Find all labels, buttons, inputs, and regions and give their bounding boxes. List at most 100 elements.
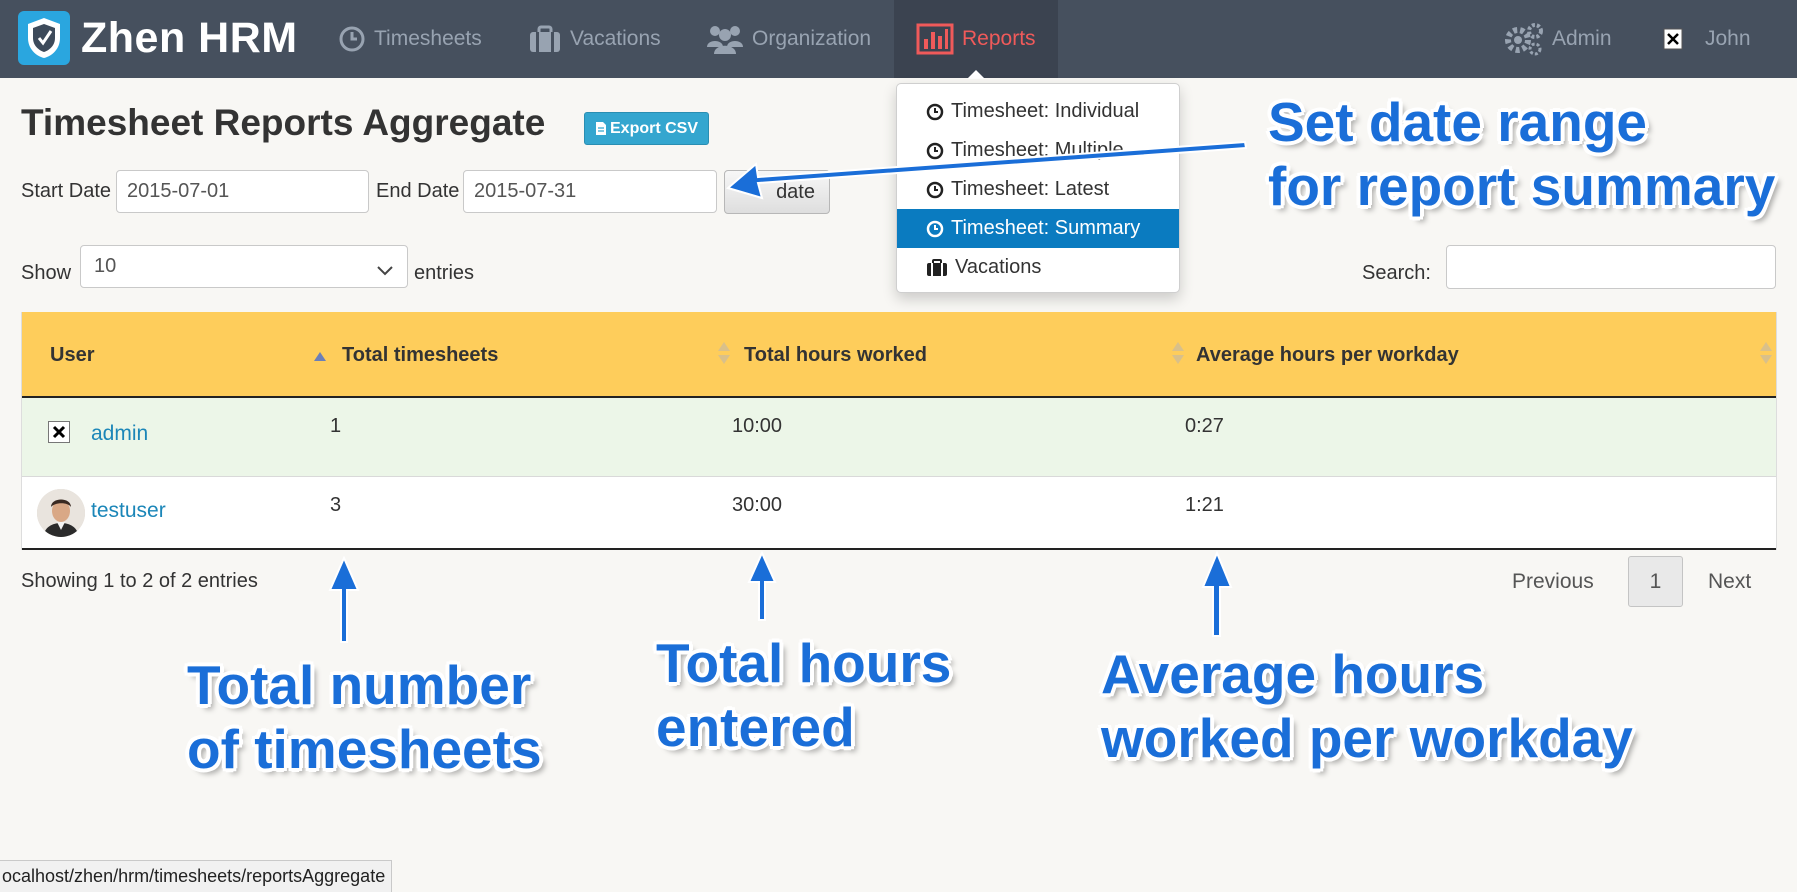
table-info: Showing 1 to 2 of 2 entries [21,570,258,592]
average-hours-cell: 0:27 [1185,415,1224,437]
page-title: Timesheet Reports Aggregate [21,102,546,143]
bar-chart-icon [916,23,954,55]
export-csv-button[interactable]: Export CSV [584,112,710,145]
arrow-to-average-hours [1201,550,1233,637]
clock-icon [926,142,944,160]
chevron-down-icon [377,259,393,282]
total-timesheets-cell: 3 [330,494,342,516]
reports-dropdown-menu: Timesheet: Individual Timesheet: Multipl… [896,83,1180,293]
annotation-date-range: Set date range for report summary [1268,90,1775,219]
clock-icon [926,220,944,238]
start-date-label: Start Date [21,180,112,202]
entries-per-page-select[interactable]: 10 [80,245,408,288]
nav-organization[interactable]: Organization [706,0,871,78]
nav-organization-label: Organization [752,27,872,50]
nav-admin[interactable]: Admin [1504,0,1612,78]
brand[interactable]: Zhen HRM [18,11,298,65]
sort-both-icon [1172,342,1184,370]
end-date-label: End Date [376,180,460,202]
end-date-input[interactable] [463,170,717,213]
annotation-line: Total hours [656,632,952,694]
brand-name: Zhen HRM [81,13,298,62]
clock-icon [926,103,944,121]
briefcase-icon [528,25,562,53]
column-header-label: Total timesheets [342,343,499,366]
broken-image-icon [1663,28,1683,50]
annotation-line: Average hours [1101,643,1485,705]
sort-asc-icon [314,344,326,367]
browser-status-url: ocalhost/zhen/hrm/timesheets/reportsAggr… [0,860,393,892]
nav-reports[interactable]: Reports [894,0,1058,79]
clock-icon [338,25,366,53]
nav-reports-label: Reports [962,27,1036,50]
nav-admin-label: Admin [1552,27,1612,50]
total-hours-cell: 10:00 [732,415,783,437]
search-input[interactable] [1446,245,1776,289]
users-icon [706,23,744,55]
entries-label: entries [414,262,475,284]
nav-vacations[interactable]: Vacations [528,0,661,78]
annotation-total-hours: Total hours entered [656,631,951,760]
export-csv-label: Export CSV [610,119,699,137]
clock-icon [926,181,944,199]
annotation-line: Total number [187,654,532,716]
reports-table: User Total timesheets Total hours worked… [21,312,1777,550]
table-header: User Total timesheets Total hours worked… [22,312,1776,398]
sort-both-icon [718,342,730,370]
annotation-line: for report summary [1268,155,1776,218]
menu-item-label: Timesheet: Summary [951,217,1141,239]
update-button[interactable]: date [724,170,830,214]
total-hours-cell: 30:00 [732,494,783,516]
menu-item-label: Vacations [955,256,1042,278]
nav-user-name: John [1705,27,1751,50]
menu-item-label: Timesheet: Multiple [951,139,1124,161]
arrow-to-total-hours [747,550,777,621]
pagination-previous[interactable]: Previous [1512,556,1594,607]
shield-logo-icon [18,11,70,65]
menu-item-timesheet-summary[interactable]: Timesheet: Summary [897,209,1179,248]
menu-item-timesheet-multiple[interactable]: Timesheet: Multiple [897,131,1179,170]
column-header-label: Average hours per workday [1196,343,1459,366]
nav-timesheets-label: Timesheets [374,27,482,50]
show-label: Show [21,262,72,284]
column-header-total-hours[interactable]: Total hours worked [744,312,1194,398]
annotation-line: of timesheets [187,718,542,781]
broken-image-icon [48,421,70,443]
nav-timesheets[interactable]: Timesheets [338,0,482,78]
column-header-total-timesheets[interactable]: Total timesheets [342,312,732,398]
briefcase-icon [926,258,948,277]
top-navbar: Zhen HRM Timesheets Vacations Organizati… [0,0,1797,79]
menu-item-vacations[interactable]: Vacations [897,248,1179,287]
menu-item-label: Timesheet: Individual [951,100,1140,122]
annotation-average-hours: Average hours worked per workday [1101,642,1633,771]
table-row: admin 1 10:00 0:27 [22,398,1776,477]
nav-vacations-label: Vacations [570,27,661,50]
average-hours-cell: 1:21 [1185,494,1224,516]
user-link[interactable]: testuser [91,499,166,523]
total-timesheets-cell: 1 [330,415,342,437]
pagination-next[interactable]: Next [1708,556,1751,607]
menu-item-label: Timesheet: Latest [951,178,1110,200]
column-header-label: Total hours worked [744,343,927,366]
annotation-total-timesheets: Total number of timesheets [187,653,542,782]
file-icon [595,121,607,136]
table-row: testuser 3 30:00 1:21 [22,477,1776,550]
column-header-label: User [50,343,95,366]
pagination-page[interactable]: 1 [1628,556,1683,607]
user-avatar [37,489,85,537]
arrow-to-total-timesheets [328,555,360,643]
start-date-input[interactable] [116,170,369,213]
entries-select-value: 10 [94,255,117,277]
sort-both-icon [1760,342,1772,370]
gears-icon [1504,22,1544,56]
annotation-line: Set date range [1268,91,1648,153]
annotation-line: worked per workday [1101,707,1633,770]
column-header-average-hours[interactable]: Average hours per workday [1196,312,1776,398]
menu-item-timesheet-latest[interactable]: Timesheet: Latest [897,170,1179,209]
user-link[interactable]: admin [91,422,148,446]
annotation-line: entered [656,696,855,759]
search-label: Search: [1362,262,1431,284]
menu-item-timesheet-individual[interactable]: Timesheet: Individual [897,92,1179,131]
column-header-user[interactable]: User [50,312,326,398]
nav-user-john[interactable]: John [1663,0,1751,78]
